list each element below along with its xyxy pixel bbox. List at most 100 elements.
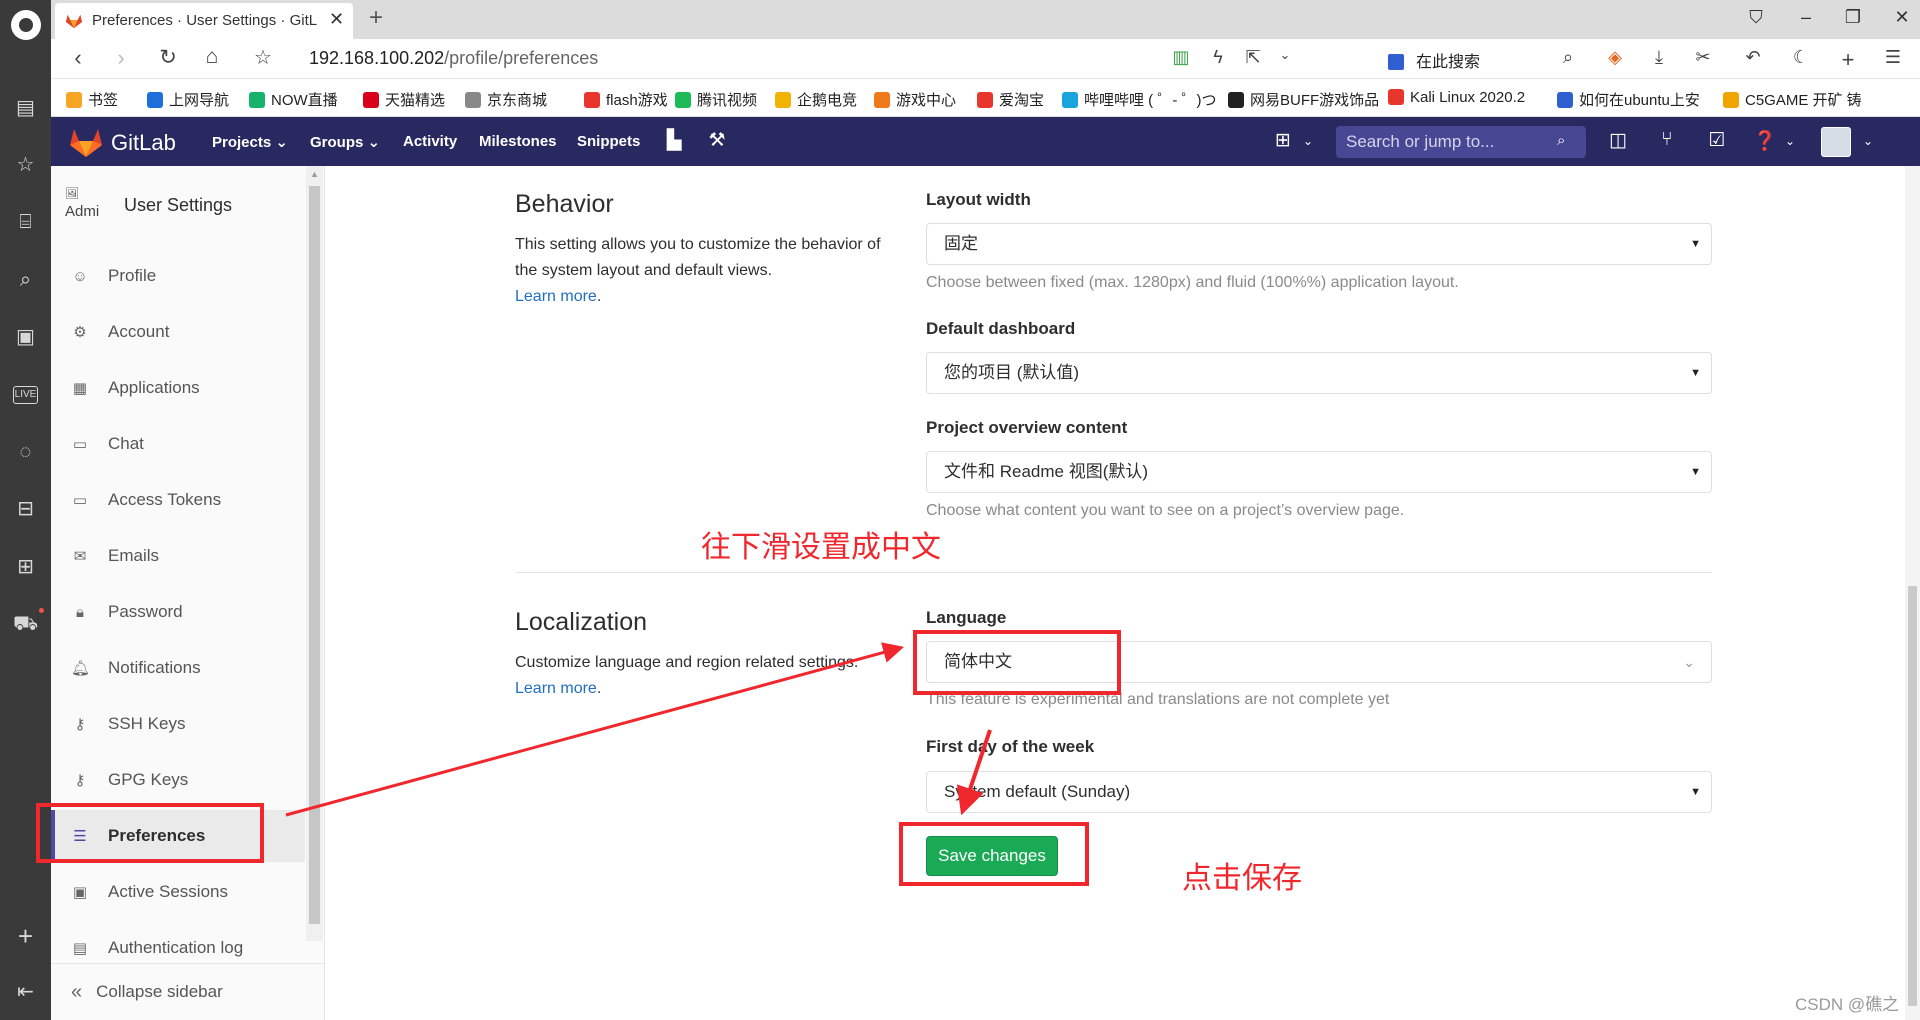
sidebar-scroll-thumb[interactable] (309, 186, 320, 924)
bookmark-item[interactable]: 书签 (66, 89, 118, 110)
chevron-down-icon[interactable]: ⌄ (1296, 134, 1320, 148)
nav-activity[interactable]: Activity (403, 133, 457, 150)
bookmark-item[interactable]: 如何在ubuntu上安 (1557, 89, 1700, 110)
todo-icon[interactable]: ☑ (1705, 129, 1729, 152)
bookmark-item[interactable]: C5GAME 开矿 铸 (1723, 89, 1862, 110)
game-icon[interactable]: ◈ (1603, 47, 1627, 68)
back-icon[interactable]: ‹ (64, 45, 92, 71)
scissors-icon[interactable]: ✂ (1691, 47, 1715, 68)
translate-icon[interactable]: ⊞ (13, 555, 38, 580)
reload-icon[interactable]: ↻ (154, 45, 182, 70)
book-icon[interactable]: ⌸ (13, 210, 38, 235)
nav-milestones[interactable]: Milestones (479, 133, 557, 150)
nav-snippets[interactable]: Snippets (577, 133, 640, 150)
admin-avatar[interactable]: 🖼 Admi (65, 184, 109, 228)
menu-icon[interactable]: ☰ (1881, 47, 1905, 68)
restore-icon[interactable]: ❐ (1841, 7, 1865, 28)
issues-icon[interactable]: ◫ (1606, 129, 1630, 152)
bookmark-item[interactable]: 哔哩哔哩 ( ゜- ゜)つ (1062, 89, 1217, 110)
sidebar-item-profile[interactable]: ☺ Profile (51, 250, 305, 302)
first-day-select[interactable]: System default (Sunday) ▼ (926, 771, 1712, 813)
sidebar-item-password[interactable]: 🔒︎ Password (51, 586, 305, 638)
new-item-icon[interactable]: ⊞ (1271, 129, 1295, 152)
bookmark-item[interactable]: 天猫精选 (363, 89, 445, 110)
new-tab-icon[interactable]: + (369, 4, 383, 32)
browser-tab[interactable]: Preferences · User Settings · GitLab ✕ (55, 3, 353, 39)
add-icon[interactable]: + (13, 923, 38, 949)
bookmark-item[interactable]: NOW直播 (249, 89, 338, 110)
bookmark-item[interactable]: 腾讯视频 (675, 89, 757, 110)
cart-icon[interactable]: ⛟ (13, 612, 38, 637)
url-field[interactable]: 192.168.100.202/profile/preferences (309, 48, 598, 69)
localization-description: Customize language and region related se… (515, 654, 859, 697)
live-icon[interactable]: LIVE (13, 386, 38, 404)
star-icon[interactable]: ☆ (13, 153, 38, 178)
wrench-icon[interactable]: ⚒ (705, 129, 729, 152)
browser-search-box[interactable]: 在此搜索 (1388, 48, 1480, 72)
bookmark-item[interactable]: 企鹅电竞 (775, 89, 857, 110)
undo-icon[interactable]: ↶ (1741, 47, 1765, 68)
bookmark-star-icon[interactable]: ☆ (249, 45, 277, 70)
browser-logo-icon[interactable] (11, 10, 41, 40)
url-dropdown-icon[interactable]: ⌄ (1273, 47, 1297, 63)
collapse-rail-icon[interactable]: ⇤ (13, 980, 38, 1005)
sidebar-item-emails[interactable]: ✉ Emails (51, 530, 305, 582)
sidebar-item-notifications[interactable]: 🔔︎ Notifications (51, 642, 305, 694)
sidebar-item-access-tokens[interactable]: ▭ Access Tokens (51, 474, 305, 526)
gitlab-brand[interactable]: GitLab (111, 130, 176, 156)
briefcase-icon[interactable]: ⊟ (13, 497, 38, 522)
layout-width-select[interactable]: 固定 ▼ (926, 223, 1712, 265)
sidebar-item-applications[interactable]: ▦ Applications (51, 362, 305, 414)
flash-icon[interactable]: ϟ (1206, 47, 1230, 68)
chart-icon[interactable]: ▙ (662, 129, 686, 152)
sidebar-context-title[interactable]: User Settings (124, 195, 232, 216)
video-icon[interactable]: ▣ (13, 325, 38, 350)
project-overview-select[interactable]: 文件和 Readme 视图(默认) ▼ (926, 451, 1712, 493)
forward-icon[interactable]: › (107, 45, 135, 71)
gitlab-search-input[interactable] (1336, 126, 1586, 158)
skin-icon[interactable]: ⛉ (1744, 7, 1768, 28)
user-avatar[interactable] (1821, 127, 1851, 157)
bookmark-item[interactable]: flash游戏 (584, 89, 668, 110)
minimize-icon[interactable]: – (1794, 7, 1818, 28)
add-icon[interactable]: + (1836, 47, 1860, 73)
home-icon[interactable]: ⌂ (198, 45, 226, 69)
bookmark-item[interactable]: 上网导航 (147, 89, 229, 110)
page-scroll-thumb[interactable] (1908, 586, 1917, 1006)
close-window-icon[interactable]: ✕ (1890, 7, 1914, 28)
bookmark-item[interactable]: Kali Linux 2020.2 (1388, 89, 1525, 106)
bookmark-item[interactable]: 京东商城 (465, 89, 547, 110)
sidebar-scrollbar[interactable]: ▲ (306, 166, 323, 941)
localization-learn-more-link[interactable]: Learn more (515, 680, 597, 697)
chevron-down-icon[interactable]: ⌄ (1778, 134, 1802, 148)
help-icon[interactable]: ❓ (1753, 129, 1777, 153)
bookmark-item[interactable]: 网易BUFF游戏饰品 (1228, 89, 1379, 110)
search-icon[interactable]: ⌕ (13, 268, 38, 293)
sidebar-item-gpg-keys[interactable]: ⚷ GPG Keys (51, 754, 305, 806)
behavior-learn-more-link[interactable]: Learn more (515, 288, 597, 305)
default-dashboard-select[interactable]: 您的项目 (默认值) ▼ (926, 352, 1712, 394)
download-icon[interactable]: ⤓ (1647, 47, 1671, 68)
sidebar-item-active-sessions[interactable]: ▣ Active Sessions (51, 866, 305, 918)
page-scrollbar[interactable] (1905, 166, 1920, 1020)
bookmark-item[interactable]: 游戏中心 (874, 89, 956, 110)
collapse-sidebar-button[interactable]: « Collapse sidebar (51, 963, 325, 1020)
browser-search-icon[interactable]: ⌕ (1556, 47, 1580, 68)
close-tab-icon[interactable]: ✕ (329, 9, 344, 30)
reader-mode-icon[interactable]: ▥ (1169, 47, 1193, 68)
merge-requests-icon[interactable]: ⑂ (1655, 129, 1679, 151)
chat-bubble-icon[interactable]: ◌ (13, 440, 38, 465)
nav-projects[interactable]: Projects ⌄ (212, 133, 288, 151)
sidebar-item-chat[interactable]: ▭ Chat (51, 418, 305, 470)
nav-groups[interactable]: Groups ⌄ (310, 133, 380, 151)
reader-icon[interactable]: ▤ (13, 96, 38, 121)
sidebar-item-ssh-keys[interactable]: ⚷ SSH Keys (51, 698, 305, 750)
gitlab-logo-icon[interactable] (69, 126, 103, 158)
scroll-up-icon[interactable]: ▲ (310, 169, 319, 179)
night-mode-icon[interactable]: ☾ (1789, 47, 1813, 68)
bookmark-item[interactable]: 爱淘宝 (977, 89, 1044, 110)
sidebar-item-account[interactable]: ⚙ Account (51, 306, 305, 358)
chevron-down-icon[interactable]: ⌄ (1856, 134, 1880, 148)
project-overview-help: Choose what content you want to see on a… (926, 502, 1405, 519)
share-icon[interactable]: ⇱ (1241, 47, 1265, 68)
